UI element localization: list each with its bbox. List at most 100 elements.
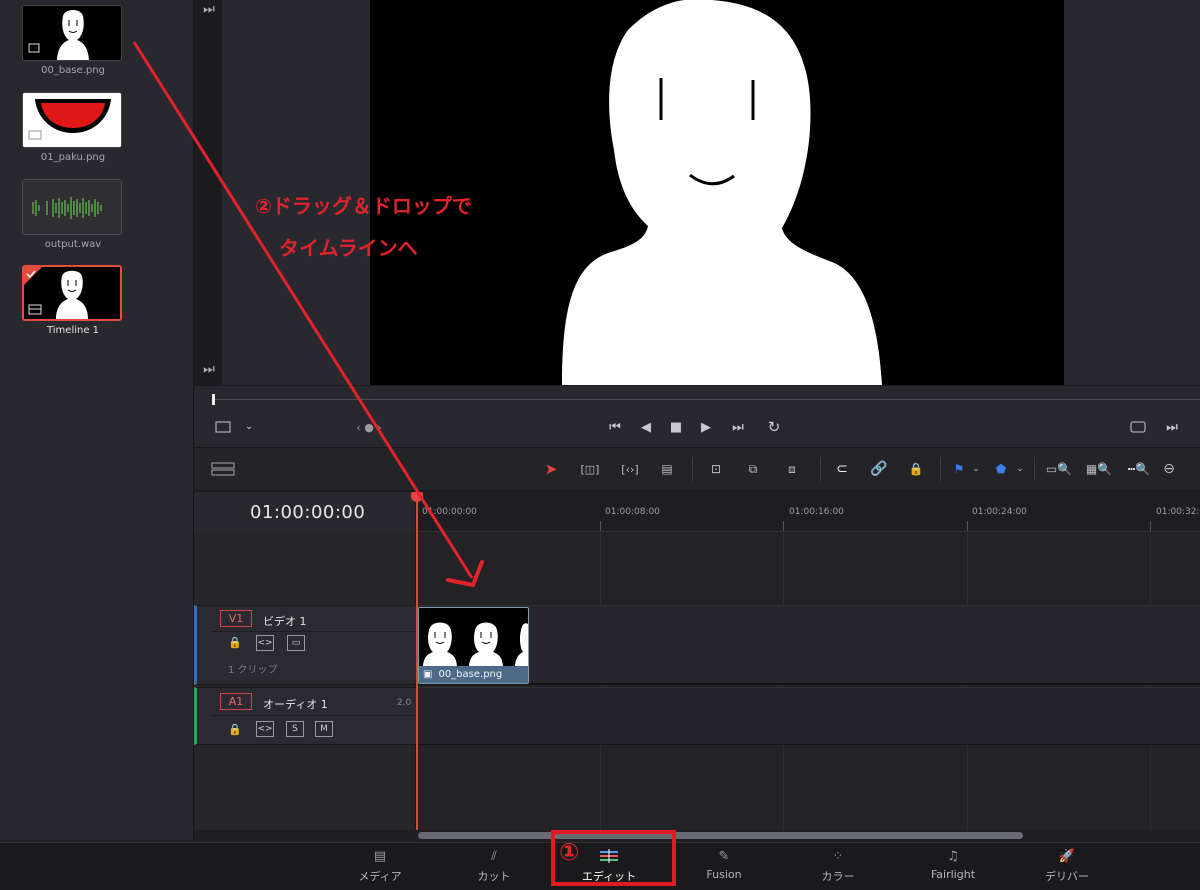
next-frame-icon[interactable]: ⏭ bbox=[202, 2, 216, 16]
replace-clip-icon[interactable]: ⧈ bbox=[778, 460, 806, 478]
media-item-label: output.wav bbox=[44, 239, 102, 250]
skip-to-end-icon[interactable]: ⏭ bbox=[727, 419, 749, 435]
clip-thumbnails-icon bbox=[419, 608, 528, 668]
auto-select-icon[interactable]: <> bbox=[256, 635, 274, 651]
clip-count: 1 クリップ bbox=[228, 665, 278, 676]
face-thumbnail-icon bbox=[23, 6, 121, 60]
page-tab-label: メディア bbox=[358, 870, 402, 883]
skip-to-start-icon[interactable]: ⏮ bbox=[604, 419, 626, 435]
divider bbox=[212, 631, 416, 632]
track-name[interactable]: オーディオ 1 bbox=[263, 696, 328, 712]
zoom-detail-icon[interactable]: ▦🔍 bbox=[1084, 460, 1114, 478]
scrollbar-thumb[interactable] bbox=[418, 832, 1023, 839]
media-item-label: Timeline 1 bbox=[46, 325, 100, 336]
audio-waveform-icon bbox=[32, 197, 102, 219]
match-frame-icon[interactable] bbox=[1127, 419, 1149, 435]
solo-button[interactable]: S bbox=[286, 721, 304, 737]
chevron-down-icon[interactable]: ⌄ bbox=[970, 460, 982, 478]
auto-select-icon[interactable]: <> bbox=[256, 721, 274, 737]
video-track-lane[interactable] bbox=[416, 605, 1200, 685]
character-preview-icon bbox=[370, 0, 1064, 385]
media-thumbnail bbox=[22, 179, 122, 235]
viewer-video-frame bbox=[370, 0, 1064, 385]
annotation-step-1: ① bbox=[559, 838, 580, 866]
play-icon[interactable]: ▶ bbox=[698, 419, 714, 435]
loop-icon[interactable]: ↻ bbox=[763, 419, 785, 435]
timeline-timecode[interactable]: 01:00:00:00 bbox=[250, 502, 365, 523]
ruler-tick bbox=[783, 521, 784, 531]
track-lock-icon[interactable]: 🔒 bbox=[228, 722, 242, 736]
position-lock-icon[interactable]: 🔒 bbox=[906, 460, 926, 478]
linked-selection-icon[interactable]: 🔗 bbox=[868, 460, 890, 478]
next-frame-icon[interactable]: ⏭ bbox=[1164, 419, 1180, 435]
mute-button[interactable]: M bbox=[315, 721, 333, 737]
page-tab-label: Fusion bbox=[706, 868, 742, 881]
channel-format: 2.0 bbox=[397, 698, 412, 708]
track-name[interactable]: ビデオ 1 bbox=[263, 613, 307, 629]
chevron-down-icon[interactable]: ⌄ bbox=[243, 420, 255, 434]
separator bbox=[820, 457, 821, 481]
ruler-tick bbox=[1150, 521, 1151, 531]
zoom-full-icon[interactable]: ▭🔍 bbox=[1044, 460, 1074, 478]
crop-icon[interactable] bbox=[214, 420, 232, 434]
audio-track-lane[interactable] bbox=[416, 687, 1200, 745]
fairlight-page-icon: ♫ bbox=[947, 848, 959, 864]
page-tab-fairlight[interactable]: ♫ Fairlight bbox=[913, 848, 993, 882]
overwrite-clip-icon[interactable]: ⧉ bbox=[740, 460, 766, 478]
snapping-icon[interactable]: ⊂ bbox=[832, 460, 852, 478]
separator bbox=[1034, 457, 1035, 481]
page-tab-label: カット bbox=[477, 870, 511, 883]
scrubber-handle[interactable] bbox=[212, 394, 215, 405]
zoom-custom-icon[interactable]: ┅🔍 bbox=[1124, 460, 1154, 478]
page-tab-deliver[interactable]: 🚀 デリバー bbox=[1027, 848, 1107, 884]
track-enable-icon[interactable]: ▭ bbox=[287, 635, 305, 651]
page-tab-cut[interactable]: ⫽ カット bbox=[454, 848, 534, 884]
media-item-01-paku[interactable]: 01_paku.png bbox=[22, 92, 124, 163]
media-item-output-wav[interactable]: output.wav bbox=[22, 179, 124, 250]
jog-wheel-icon[interactable]: ‹ ● › bbox=[347, 420, 391, 434]
chevron-down-icon[interactable]: ⌄ bbox=[1014, 460, 1026, 478]
viewer-side-strip bbox=[194, 0, 222, 385]
ruler-label: 01:00:16:00 bbox=[789, 507, 844, 517]
annotation-step-2-line-2: タイムラインへ bbox=[279, 236, 418, 260]
media-pool: 00_base.png 01_paku.png output.wav Timel… bbox=[0, 0, 194, 840]
blade-edit-icon[interactable]: ▤ bbox=[654, 460, 680, 478]
next-frame-icon[interactable]: ⏭ bbox=[202, 362, 216, 376]
flag-icon[interactable]: ⚑ bbox=[950, 460, 968, 478]
face-thumbnail-icon bbox=[24, 267, 120, 319]
mouth-thumbnail-icon bbox=[23, 93, 121, 147]
page-tab-fusion[interactable]: ✎ Fusion bbox=[684, 848, 764, 882]
media-item-timeline-1[interactable]: Timeline 1 bbox=[22, 265, 124, 336]
track-lock-icon[interactable]: 🔒 bbox=[228, 635, 242, 649]
stop-icon[interactable]: ■ bbox=[668, 419, 684, 435]
color-page-icon: ⁘ bbox=[832, 848, 844, 864]
clip-name: 00_base.png bbox=[438, 669, 503, 680]
media-item-label: 01_paku.png bbox=[40, 152, 106, 163]
page-tab-label: Fairlight bbox=[930, 868, 976, 881]
track-badge[interactable]: A1 bbox=[220, 693, 252, 710]
play-reverse-icon[interactable]: ◀ bbox=[638, 419, 654, 435]
marker-icon[interactable]: ⬟ bbox=[992, 460, 1010, 478]
dynamic-trim-icon[interactable]: [‹›] bbox=[616, 460, 644, 478]
media-page-icon: ▤ bbox=[373, 848, 387, 864]
timeline-view-options-icon[interactable] bbox=[210, 460, 236, 478]
insert-clip-icon[interactable]: ⊡ bbox=[702, 460, 730, 478]
page-tab-media[interactable]: ▤ メディア bbox=[340, 848, 420, 884]
trim-edit-mode-icon[interactable]: [◫] bbox=[576, 460, 604, 478]
selection-mode-icon[interactable]: ➤ bbox=[542, 460, 560, 478]
viewer-scrubber[interactable] bbox=[194, 385, 1200, 411]
zoom-out-icon[interactable]: ⊖ bbox=[1162, 460, 1176, 478]
playhead[interactable] bbox=[416, 494, 418, 830]
clip-label: ▣ 00_base.png bbox=[419, 666, 528, 683]
fusion-page-icon: ✎ bbox=[718, 848, 730, 864]
page-tab-color[interactable]: ⁘ カラー bbox=[798, 848, 878, 884]
track-badge[interactable]: V1 bbox=[220, 610, 252, 627]
deliver-page-icon: 🚀 bbox=[1058, 848, 1076, 864]
annotation-step-2-line-1: ②ドラッグ＆ドロップで bbox=[255, 194, 472, 218]
timeline-clip[interactable]: ▣ 00_base.png bbox=[418, 607, 529, 684]
media-item-00-base[interactable]: 00_base.png bbox=[22, 5, 124, 76]
ruler-label: 01:00:32:0 bbox=[1156, 507, 1200, 517]
media-thumbnail bbox=[22, 92, 122, 148]
image-icon: ▣ bbox=[423, 669, 433, 680]
media-thumbnail bbox=[22, 265, 122, 321]
